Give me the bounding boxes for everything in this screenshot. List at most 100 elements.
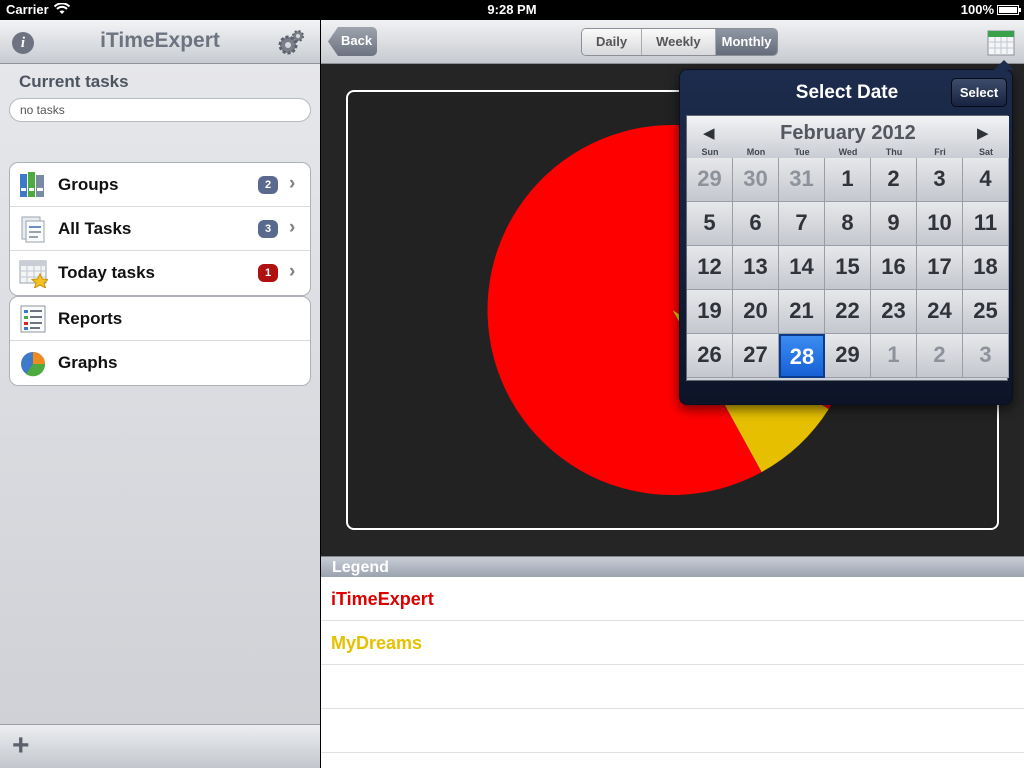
master-content: Current tasks no tasks Groups 2 › All Ta…	[0, 64, 320, 724]
menu-item-label: Today tasks	[58, 263, 156, 282]
day-cell[interactable]: 29	[687, 158, 733, 202]
binders-icon	[18, 170, 48, 200]
weekday-label: Sat	[978, 147, 993, 157]
day-cell[interactable]: 14	[779, 246, 825, 290]
weekday-label: Tue	[794, 147, 810, 157]
day-cell[interactable]: 1	[871, 334, 917, 378]
day-cell[interactable]: 8	[825, 202, 871, 246]
reports-menu-group: Reports Graphs	[9, 296, 311, 386]
day-cell[interactable]: 17	[917, 246, 963, 290]
weekday-label: Thu	[885, 147, 903, 157]
weekday-label: Wed	[838, 147, 858, 157]
count-badge: 1	[258, 264, 278, 282]
select-button[interactable]: Select	[951, 78, 1007, 107]
menu-item-all-tasks[interactable]: All Tasks 3 ›	[10, 207, 310, 251]
segment-monthly[interactable]: Monthly	[715, 29, 778, 55]
status-bar: Carrier 9:28 PM 100%	[0, 0, 1024, 20]
current-tasks-field[interactable]: no tasks	[9, 98, 311, 122]
detail-nav-bar: Back Daily Weekly Monthly	[321, 20, 1024, 64]
weekday-label: Fri	[934, 147, 946, 157]
day-cell[interactable]: 2	[871, 158, 917, 202]
pie-chart-icon	[18, 348, 48, 378]
day-cell[interactable]: 7	[779, 202, 825, 246]
master-nav-bar: i iTimeExpert	[0, 20, 320, 64]
date-picker-popover: Select Date Select ◀ February 2012 ▶ Sun…	[679, 60, 1014, 405]
gear-icon[interactable]	[276, 28, 306, 58]
day-cell[interactable]: 26	[687, 334, 733, 378]
day-cell[interactable]: 24	[917, 290, 963, 334]
day-cell[interactable]: 13	[733, 246, 779, 290]
chevron-right-icon: ›	[289, 173, 296, 194]
calendar-header: ◀ February 2012 ▶ Sun Mon Tue Wed Thu Fr…	[687, 116, 1009, 158]
day-cell[interactable]: 6	[733, 202, 779, 246]
legend-table: Legend iTimeExpert MyDreams	[321, 556, 1024, 768]
day-cell[interactable]: 11	[963, 202, 1009, 246]
main-menu-group: Groups 2 › All Tasks 3 › Today tasks 1 ›	[9, 162, 311, 296]
day-cell[interactable]: 3	[917, 158, 963, 202]
day-cell[interactable]: 9	[871, 202, 917, 246]
calendar-icon[interactable]	[987, 28, 1015, 56]
day-cell[interactable]: 27	[733, 334, 779, 378]
count-badge: 2	[258, 176, 278, 194]
segment-daily[interactable]: Daily	[582, 29, 643, 55]
menu-item-today-tasks[interactable]: Today tasks 1 ›	[10, 251, 310, 295]
day-cell[interactable]: 22	[825, 290, 871, 334]
period-segmented-control: Daily Weekly Monthly	[581, 28, 779, 56]
day-cell[interactable]: 1	[825, 158, 871, 202]
chevron-right-icon: ›	[289, 217, 296, 238]
weekday-label: Sun	[701, 147, 719, 157]
day-cell[interactable]: 25	[963, 290, 1009, 334]
menu-item-label: Groups	[58, 175, 119, 194]
legend-empty-row	[321, 709, 1024, 753]
report-icon	[18, 304, 48, 334]
popover-arrow	[994, 60, 1014, 70]
day-grid: 29 30 31 1 2 3 4 5 6 7 8 9 10 11 12 13 14 15 16 17 18 19 20 21 2…	[687, 158, 1009, 378]
legend-empty-row	[321, 665, 1024, 709]
day-cell[interactable]: 2	[917, 334, 963, 378]
menu-item-label: Reports	[58, 309, 123, 328]
menu-item-reports[interactable]: Reports	[10, 297, 310, 341]
day-cell[interactable]: 19	[687, 290, 733, 334]
menu-item-label: All Tasks	[58, 219, 132, 238]
calendar: ◀ February 2012 ▶ Sun Mon Tue Wed Thu Fr…	[686, 115, 1009, 381]
clock: 9:28 PM	[487, 2, 537, 17]
legend-item-itimeexpert: iTimeExpert	[321, 577, 1024, 621]
month-title: February 2012	[780, 122, 916, 144]
day-cell[interactable]: 15	[825, 246, 871, 290]
day-cell[interactable]: 16	[871, 246, 917, 290]
battery-percent: 100%	[960, 2, 994, 17]
legend-header: Legend	[321, 556, 1024, 577]
day-cell[interactable]: 18	[963, 246, 1009, 290]
day-cell[interactable]: 5	[687, 202, 733, 246]
back-button[interactable]: Back	[328, 27, 377, 56]
day-cell[interactable]: 31	[779, 158, 825, 202]
segment-weekly[interactable]: Weekly	[642, 29, 716, 55]
day-cell[interactable]: 29	[825, 334, 871, 378]
menu-item-label: Graphs	[58, 353, 118, 372]
legend-item-mydreams: MyDreams	[321, 621, 1024, 665]
chevron-right-icon: ›	[289, 261, 296, 282]
day-cell[interactable]: 4	[963, 158, 1009, 202]
master-panel: i iTimeExpert Current tasks no tasks Gro…	[0, 20, 320, 768]
next-month-icon[interactable]: ▶	[977, 124, 989, 142]
day-cell[interactable]: 23	[871, 290, 917, 334]
plus-icon[interactable]: +	[12, 729, 30, 763]
current-tasks-label: Current tasks	[19, 72, 129, 91]
day-cell[interactable]: 20	[733, 290, 779, 334]
menu-item-graphs[interactable]: Graphs	[10, 341, 310, 385]
master-toolbar: +	[0, 724, 320, 768]
calendar-star-icon	[18, 258, 50, 290]
day-cell[interactable]: 3	[963, 334, 1009, 378]
count-badge: 3	[258, 220, 278, 238]
day-cell-selected[interactable]: 28	[779, 334, 825, 378]
menu-item-groups[interactable]: Groups 2 ›	[10, 163, 310, 207]
battery-icon	[997, 5, 1021, 15]
weekday-row: Sun Mon Tue Wed Thu Fri Sat	[687, 147, 1009, 157]
documents-icon	[18, 214, 48, 244]
day-cell[interactable]: 30	[733, 158, 779, 202]
app-title: iTimeExpert	[100, 29, 220, 52]
day-cell[interactable]: 12	[687, 246, 733, 290]
day-cell[interactable]: 21	[779, 290, 825, 334]
day-cell[interactable]: 10	[917, 202, 963, 246]
weekday-label: Mon	[746, 147, 766, 157]
